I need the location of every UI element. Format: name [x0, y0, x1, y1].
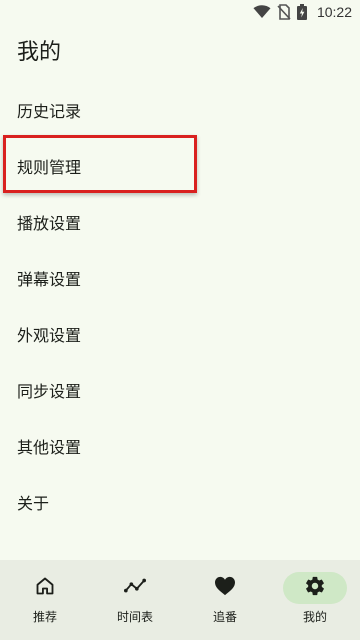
bottom-navigation: 推荐 时间表 追番 我的 — [0, 560, 360, 640]
menu-item-label: 关于 — [17, 494, 50, 513]
nav-item-following[interactable]: 追番 — [180, 560, 270, 640]
menu-item-label: 弹幕设置 — [17, 270, 82, 289]
nav-icon-container — [193, 572, 257, 604]
nav-item-recommend[interactable]: 推荐 — [0, 560, 90, 640]
menu-item-other-settings[interactable]: 其他设置 — [0, 418, 360, 474]
nav-label: 追番 — [212, 610, 237, 624]
nav-icon-container — [283, 572, 347, 604]
menu-item-label: 外观设置 — [17, 326, 82, 345]
menu-item-sync-settings[interactable]: 同步设置 — [0, 362, 360, 418]
menu-item-rule-management[interactable]: 规则管理 — [0, 138, 360, 194]
menu-item-label: 同步设置 — [17, 382, 82, 401]
gear-icon — [304, 575, 326, 601]
menu-item-label: 其他设置 — [17, 438, 82, 457]
no-sim-icon — [277, 0, 291, 24]
status-time: 10:22 — [316, 4, 352, 20]
nav-icon-container — [103, 572, 167, 604]
heart-icon — [214, 576, 236, 600]
nav-item-mine[interactable]: 我的 — [270, 560, 360, 640]
menu-item-label: 规则管理 — [17, 158, 82, 177]
nav-item-timeline[interactable]: 时间表 — [90, 560, 180, 640]
nav-label: 推荐 — [32, 610, 57, 624]
menu-item-playback-settings[interactable]: 播放设置 — [0, 194, 360, 250]
battery-charging-icon — [296, 0, 307, 24]
timeline-icon — [124, 576, 146, 600]
menu-item-about[interactable]: 关于 — [0, 474, 360, 530]
menu-item-label: 播放设置 — [17, 214, 82, 233]
menu-item-danmaku-settings[interactable]: 弹幕设置 — [0, 250, 360, 306]
menu-item-appearance-settings[interactable]: 外观设置 — [0, 306, 360, 362]
nav-icon-container — [13, 572, 77, 604]
nav-label: 我的 — [302, 610, 327, 624]
menu-item-history[interactable]: 历史记录 — [0, 82, 360, 138]
nav-label: 时间表 — [116, 610, 153, 624]
wifi-icon — [253, 0, 271, 24]
menu-item-label: 历史记录 — [17, 102, 82, 121]
settings-menu: 历史记录 规则管理 播放设置 弹幕设置 外观设置 同步设置 其他设置 关于 — [0, 82, 360, 530]
status-bar: 10:22 — [0, 0, 360, 24]
home-icon — [35, 576, 55, 600]
page-title: 我的 — [17, 40, 62, 65]
